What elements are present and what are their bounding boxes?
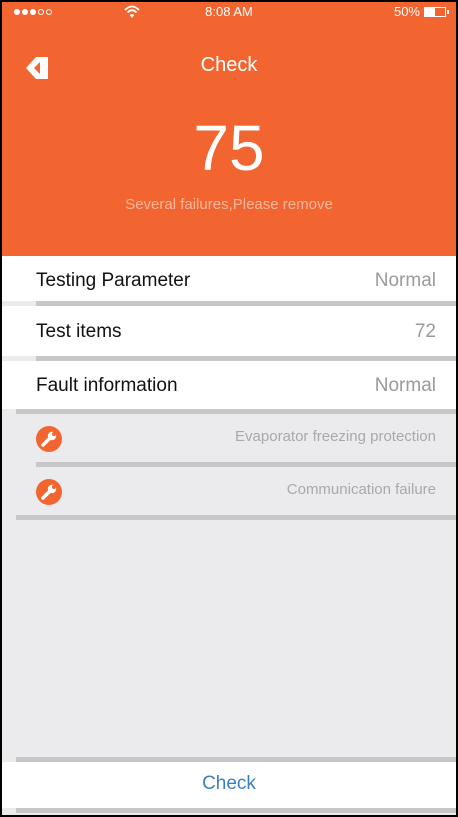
fault-text: Evaporator freezing protection <box>235 428 436 445</box>
battery-icon <box>424 7 449 17</box>
wrench-icon <box>36 426 62 452</box>
row-value: Normal <box>374 270 436 291</box>
row-label: Test items <box>36 321 122 342</box>
check-score: 75 <box>193 112 265 184</box>
check-button[interactable]: Check <box>2 762 456 808</box>
page-title: Check <box>200 54 258 76</box>
status-time: 8:08 AM <box>205 4 253 19</box>
fault-text: Communication failure <box>286 481 436 498</box>
row-value: 72 <box>414 321 436 342</box>
check-button-label: Check <box>202 773 256 794</box>
divider <box>16 808 456 813</box>
check-header: 8:08 AM 50% Check 75 Several failures,Pl… <box>2 2 456 256</box>
app-screen: 8:08 AM 50% Check 75 Several failures,Pl… <box>0 0 458 817</box>
fault-item: Communication failure <box>2 467 456 515</box>
row-label: Testing Parameter <box>36 270 191 291</box>
status-bar: 8:08 AM 50% <box>2 2 456 24</box>
row-value: Normal <box>374 375 436 396</box>
row-test-items: Test items 72 <box>2 306 456 356</box>
row-fault-information: Fault information Normal <box>2 361 456 409</box>
row-testing-parameter: Testing Parameter Normal <box>2 256 456 301</box>
battery-percent: 50% <box>393 4 420 19</box>
fault-item: Evaporator freezing protection <box>2 414 456 462</box>
check-score-message: Several failures,Please remove <box>125 196 333 213</box>
row-label: Fault information <box>36 375 178 396</box>
wrench-icon <box>36 479 62 505</box>
divider <box>16 515 456 520</box>
